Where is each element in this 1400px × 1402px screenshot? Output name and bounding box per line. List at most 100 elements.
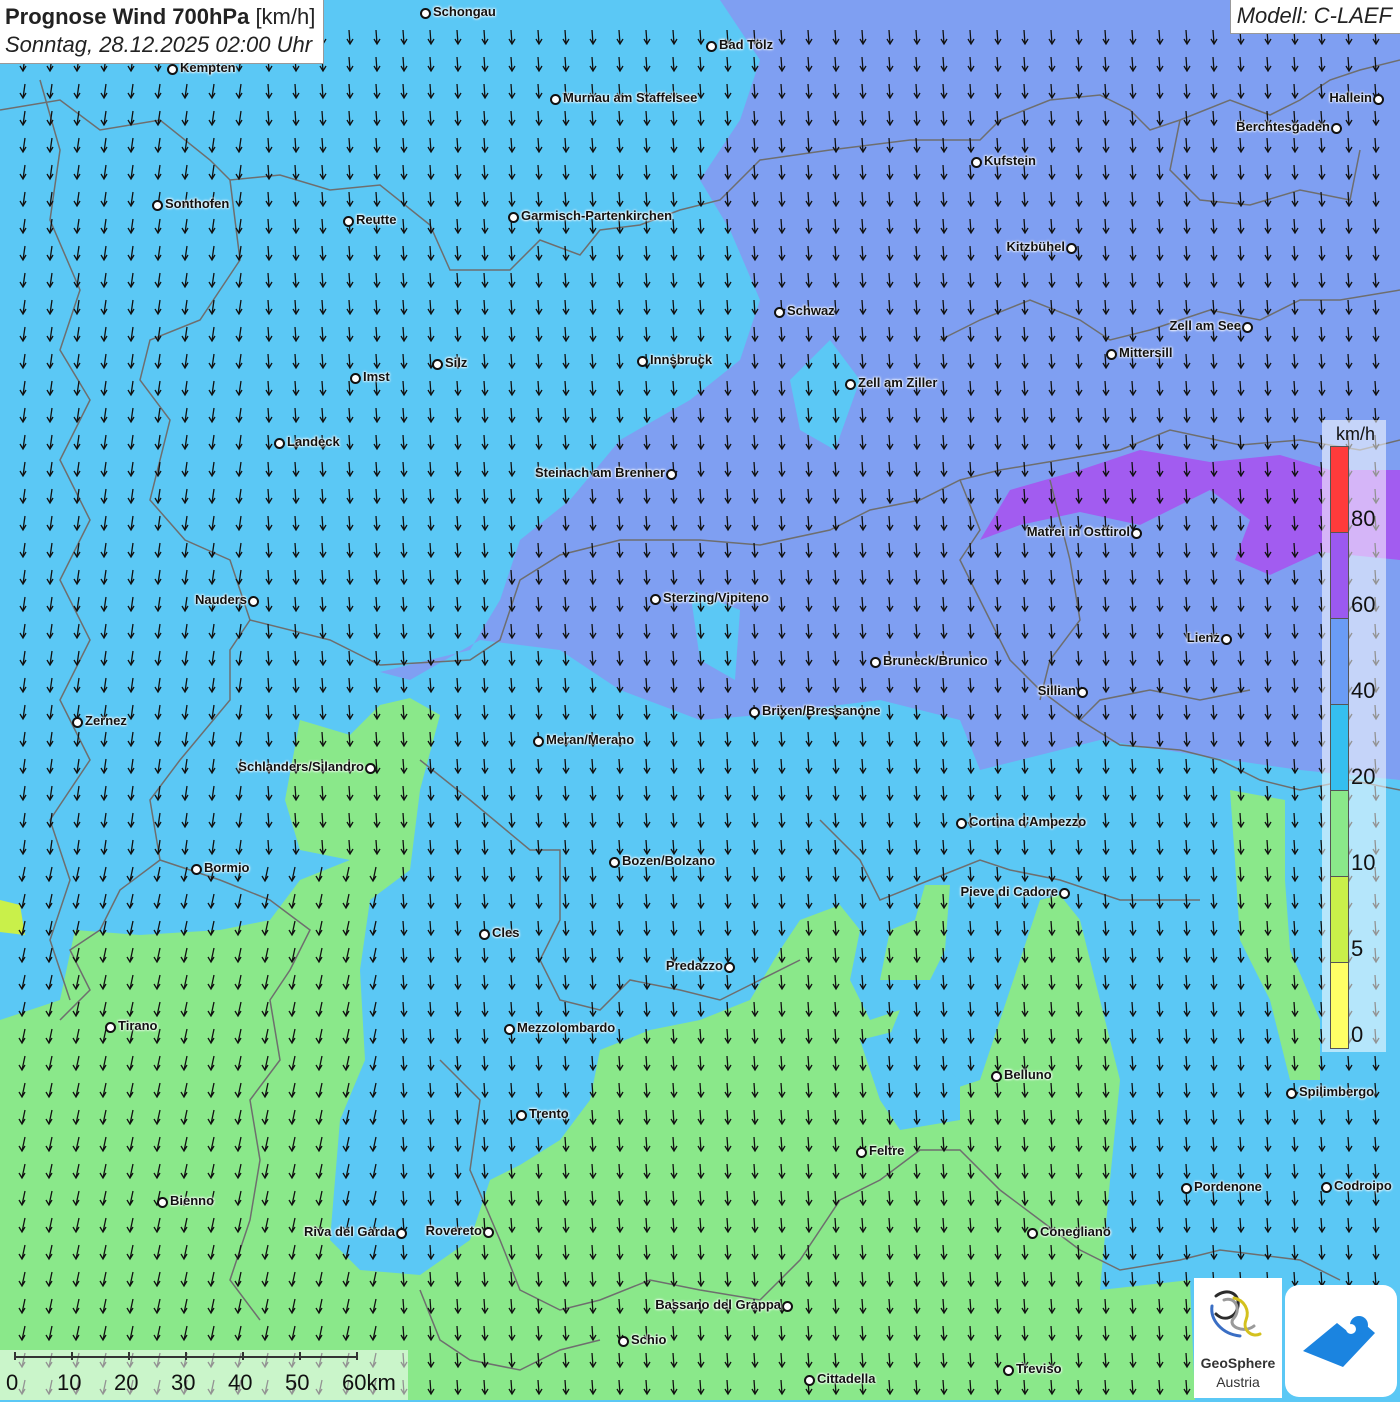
city-marker [420, 8, 431, 19]
city-label: Riva del Garda [303, 1224, 395, 1239]
legend-label: 0 [1351, 1022, 1364, 1047]
city-marker [550, 94, 561, 105]
city-marker [609, 857, 620, 868]
city-marker [804, 1375, 815, 1386]
geosphere-logo-icon [1210, 1290, 1262, 1338]
city-label: Reutte [356, 212, 397, 227]
city-label: Mittersill [1119, 345, 1173, 360]
city-label: Matrei in Osttirol [1026, 524, 1130, 539]
city-marker [105, 1022, 116, 1033]
city-marker [1331, 123, 1342, 134]
city-marker [782, 1301, 793, 1312]
city-label: Sillian [1037, 683, 1076, 698]
city-marker [1106, 349, 1117, 360]
city-marker [1373, 94, 1384, 105]
city-label: Nauders [194, 592, 247, 607]
scale-tick [242, 1352, 244, 1360]
city-label: Codroipo [1334, 1178, 1392, 1193]
city-marker [971, 157, 982, 168]
city-marker [432, 359, 443, 370]
city-label: Conegliano [1040, 1224, 1111, 1239]
scale-tick [128, 1352, 130, 1360]
city-label: Berchtesgaden [1236, 119, 1330, 134]
city-marker [1131, 528, 1142, 539]
legend-label: 60 [1351, 592, 1376, 617]
scale-tick [299, 1352, 301, 1360]
city-marker [508, 212, 519, 223]
city-marker [1286, 1088, 1297, 1099]
city-label: Meran/Merano [546, 732, 635, 747]
city-marker [167, 64, 178, 75]
city-label: Spilimbergo [1299, 1084, 1375, 1099]
city-label: Schwaz [787, 303, 835, 318]
forecast-time: Sonntag, 28.12.2025 02:00 Uhr [5, 32, 313, 57]
scale-label: 0 [6, 1370, 19, 1395]
city-marker [72, 717, 83, 728]
city-label: Steinach am Brenner [534, 465, 665, 480]
scale-tick [356, 1352, 358, 1360]
cloud-wind-icon [1303, 1316, 1375, 1367]
city-marker [274, 438, 285, 449]
city-marker [350, 373, 361, 384]
city-marker [650, 594, 661, 605]
city-marker [504, 1024, 515, 1035]
map-title-box: Prognose Wind 700hPa [km/h] Sonntag, 28.… [0, 0, 325, 64]
city-label: Bassano del Grappa [655, 1297, 781, 1312]
city-label: Bienno [170, 1193, 215, 1208]
city-label: Kitzbühel [1006, 239, 1066, 254]
city-marker [774, 307, 785, 318]
city-label: Rovereto [425, 1223, 482, 1238]
city-marker [1077, 687, 1088, 698]
city-marker [1181, 1183, 1192, 1194]
city-marker [991, 1071, 1002, 1082]
map-title: Prognose Wind 700hPa [km/h] [5, 4, 316, 29]
city-marker [1059, 888, 1070, 899]
city-label: Kufstein [984, 153, 1036, 168]
legend-label: 80 [1351, 506, 1376, 531]
city-label: Schongau [433, 4, 496, 19]
scale-label: 60km [342, 1370, 396, 1395]
city-label: Landeck [287, 434, 340, 449]
city-label: Trento [529, 1106, 569, 1121]
city-marker [1321, 1182, 1332, 1193]
city-label: Treviso [1016, 1361, 1062, 1376]
city-label: Murnau am Staffelsee [563, 90, 698, 105]
scale-label: 50 [285, 1370, 310, 1395]
city-marker [191, 864, 202, 875]
city-label: Silz [445, 355, 468, 370]
city-marker [856, 1147, 867, 1158]
scale-tick [185, 1352, 187, 1360]
city-marker [956, 818, 967, 829]
city-marker [1066, 243, 1077, 254]
legend-swatch [1330, 532, 1349, 619]
city-label: Pieve di Cadore [960, 884, 1058, 899]
geosphere-name: GeoSphere [1200, 1355, 1276, 1371]
city-label: Zernez [85, 713, 127, 728]
city-label: Innsbruck [650, 352, 713, 367]
model-label: Modell: C-LAEF [1229, 0, 1400, 34]
city-marker [1242, 322, 1253, 333]
city-marker [1027, 1228, 1038, 1239]
city-label: Pordenone [1194, 1179, 1262, 1194]
city-marker [157, 1197, 168, 1208]
cloud-wind-app-icon[interactable] [1285, 1285, 1397, 1397]
city-marker [666, 469, 677, 480]
city-label: Bormio [204, 860, 250, 875]
scale-label: 20 [114, 1370, 139, 1395]
city-label: Feltre [869, 1143, 905, 1158]
city-marker [724, 962, 735, 973]
city-label: Bruneck/Brunico [883, 653, 988, 668]
scale-tick [71, 1352, 73, 1360]
scale-label: 40 [228, 1370, 253, 1395]
legend-swatch [1330, 618, 1349, 705]
city-label: Predazzo [665, 958, 723, 973]
legend-label: 20 [1351, 764, 1376, 789]
city-label: Garmisch-Partenkirchen [521, 208, 673, 223]
city-label: Bad Tölz [719, 37, 774, 52]
city-marker [533, 736, 544, 747]
scale-tick [14, 1352, 16, 1360]
city-label: Imst [363, 369, 390, 384]
city-marker [343, 216, 354, 227]
city-marker [845, 379, 856, 390]
city-label: Lienz [1186, 630, 1220, 645]
